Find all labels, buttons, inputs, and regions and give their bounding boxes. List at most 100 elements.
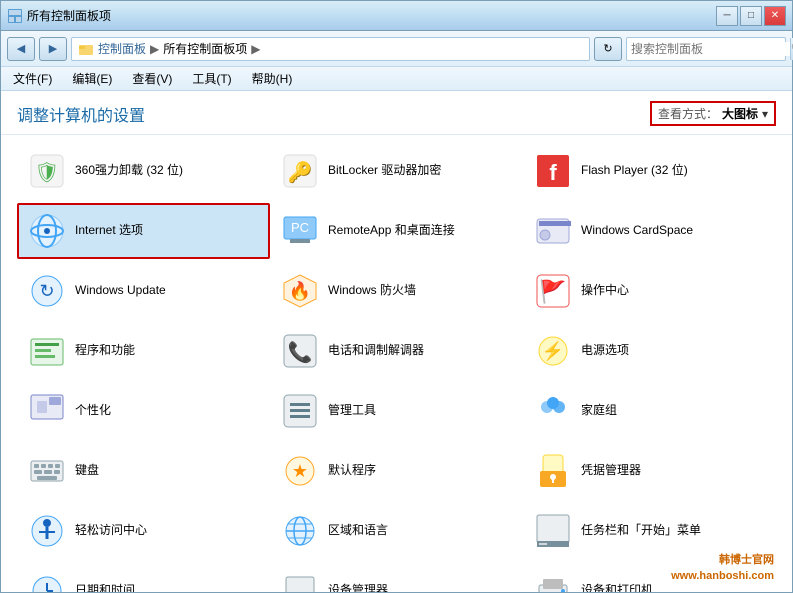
item-360-icon: 🛡 (27, 151, 67, 191)
refresh-button[interactable]: ↻ (594, 37, 622, 61)
item-power[interactable]: ⚡ 电源选项 (523, 323, 776, 379)
item-cardspace-icon (533, 211, 573, 251)
svg-text:f: f (549, 160, 557, 185)
item-phone-icon: 📞 (280, 331, 320, 371)
svg-text:📞: 📞 (288, 339, 313, 364)
item-flash-icon: f (533, 151, 573, 191)
item-homegroup-icon (533, 391, 573, 431)
item-action-icon: 🚩 (533, 271, 573, 311)
item-manage-icon (280, 391, 320, 431)
item-date-label: 日期和时间 (75, 583, 135, 592)
item-homegroup[interactable]: 家庭组 (523, 383, 776, 439)
item-region[interactable]: 区域和语言 (270, 503, 523, 559)
item-power-icon: ⚡ (533, 331, 573, 371)
item-cardspace-label: Windows CardSpace (581, 223, 693, 239)
item-winupdate-label: Windows Update (75, 283, 166, 299)
item-device-mgr[interactable]: 设备管理器 (270, 563, 523, 592)
item-programs-icon (27, 331, 67, 371)
menu-tools[interactable]: 工具(T) (188, 68, 235, 89)
item-internet[interactable]: Internet 选项 (17, 203, 270, 259)
content-area: 调整计算机的设置 查看方式： 大图标 ▾ 🛡 360强力卸载 (32 位) 🔑 Bit… (1, 91, 792, 592)
main-window: 所有控制面板项 ─ □ ✕ ◀ ▶ 控制面板 ▶ 所有控制面板项 ▶ ↻ 🔍 文… (0, 0, 793, 593)
breadcrumb-part1: 控制面板 (98, 40, 146, 57)
item-power-label: 电源选项 (581, 343, 629, 359)
svg-text:🛡: 🛡 (34, 162, 59, 184)
items-grid: 🛡 360强力卸载 (32 位) 🔑 BitLocker 驱动器加密 f Flash Pl… (1, 135, 792, 592)
window-title: 所有控制面板项 (27, 7, 111, 24)
item-personal[interactable]: 个性化 (17, 383, 270, 439)
item-personal-label: 个性化 (75, 403, 111, 419)
content-header: 调整计算机的设置 查看方式： 大图标 ▾ (1, 91, 792, 135)
item-taskbar[interactable]: 任务栏和「开始」菜单 (523, 503, 776, 559)
item-360-label: 360强力卸载 (32 位) (75, 163, 183, 179)
title-bar-buttons: ─ □ ✕ (716, 6, 786, 26)
item-device-print-icon (533, 571, 573, 592)
item-phone[interactable]: 📞电话和调制解调器 (270, 323, 523, 379)
item-access-icon (27, 511, 67, 551)
item-bitlocker-icon: 🔑 (280, 151, 320, 191)
item-device-mgr-icon (280, 571, 320, 592)
item-default-label: 默认程序 (328, 463, 376, 479)
svg-text:🔥: 🔥 (289, 280, 311, 301)
item-programs[interactable]: 程序和功能 (17, 323, 270, 379)
view-mode-dropdown-icon: ▾ (762, 107, 768, 121)
item-access-label: 轻松访问中心 (75, 523, 147, 539)
item-cardspace[interactable]: Windows CardSpace (523, 203, 776, 259)
item-winupdate-icon: ↻ (27, 271, 67, 311)
address-bar: ◀ ▶ 控制面板 ▶ 所有控制面板项 ▶ ↻ 🔍 (1, 31, 792, 67)
item-firewall-icon: 🔥 (280, 271, 320, 311)
menu-edit[interactable]: 编辑(E) (68, 68, 116, 89)
item-access[interactable]: 轻松访问中心 (17, 503, 270, 559)
item-remoteapp-label: RemoteApp 和桌面连接 (328, 223, 455, 239)
menu-bar: 文件(F) 编辑(E) 查看(V) 工具(T) 帮助(H) (1, 67, 792, 91)
item-flash-label: Flash Player (32 位) (581, 163, 688, 179)
item-date-icon (27, 571, 67, 592)
maximize-button[interactable]: □ (740, 6, 762, 26)
item-region-label: 区域和语言 (328, 523, 388, 539)
watermark: 韩博士官网 www.hanboshi.com (671, 553, 774, 584)
item-taskbar-label: 任务栏和「开始」菜单 (581, 523, 701, 539)
item-default[interactable]: ★默认程序 (270, 443, 523, 499)
item-date[interactable]: 日期和时间 (17, 563, 270, 592)
watermark-line1: 韩博士官网 (671, 553, 774, 568)
watermark-line2: www.hanboshi.com (671, 569, 774, 584)
item-personal-icon (27, 391, 67, 431)
item-device-print-label: 设备和打印机 (581, 583, 653, 592)
search-box: 🔍 (626, 37, 786, 61)
minimize-button[interactable]: ─ (716, 6, 738, 26)
item-action-label: 操作中心 (581, 283, 629, 299)
item-firewall[interactable]: 🔥Windows 防火墙 (270, 263, 523, 319)
item-flash[interactable]: f Flash Player (32 位) (523, 143, 776, 199)
title-bar: 所有控制面板项 ─ □ ✕ (1, 1, 792, 31)
menu-help[interactable]: 帮助(H) (248, 68, 297, 89)
item-credential-label: 凭据管理器 (581, 463, 641, 479)
item-keyboard-icon (27, 451, 67, 491)
forward-button[interactable]: ▶ (39, 37, 67, 61)
title-bar-left: 所有控制面板项 (7, 7, 111, 24)
close-button[interactable]: ✕ (764, 6, 786, 26)
menu-file[interactable]: 文件(F) (9, 68, 56, 89)
item-credential[interactable]: 凭据管理器 (523, 443, 776, 499)
window-icon (7, 8, 23, 24)
search-input[interactable] (627, 42, 790, 56)
item-bitlocker[interactable]: 🔑 BitLocker 驱动器加密 (270, 143, 523, 199)
item-action[interactable]: 🚩 操作中心 (523, 263, 776, 319)
item-bitlocker-label: BitLocker 驱动器加密 (328, 163, 441, 179)
item-internet-label: Internet 选项 (75, 223, 143, 239)
back-button[interactable]: ◀ (7, 37, 35, 61)
item-360[interactable]: 🛡 360强力卸载 (32 位) (17, 143, 270, 199)
item-device-mgr-label: 设备管理器 (328, 583, 388, 592)
breadcrumb[interactable]: 控制面板 ▶ 所有控制面板项 ▶ (71, 37, 590, 61)
item-keyboard[interactable]: 键盘 (17, 443, 270, 499)
item-manage[interactable]: 管理工具 (270, 383, 523, 439)
view-mode-selector[interactable]: 查看方式： 大图标 ▾ (650, 101, 776, 126)
item-winupdate[interactable]: ↻ Windows Update (17, 263, 270, 319)
breadcrumb-part2: 所有控制面板项 (163, 40, 247, 57)
item-programs-label: 程序和功能 (75, 343, 135, 359)
folder-icon (78, 41, 94, 57)
page-title: 调整计算机的设置 (17, 102, 145, 126)
menu-view[interactable]: 查看(V) (128, 68, 176, 89)
item-region-icon (280, 511, 320, 551)
item-homegroup-label: 家庭组 (581, 403, 617, 419)
item-remoteapp[interactable]: PCRemoteApp 和桌面连接 (270, 203, 523, 259)
